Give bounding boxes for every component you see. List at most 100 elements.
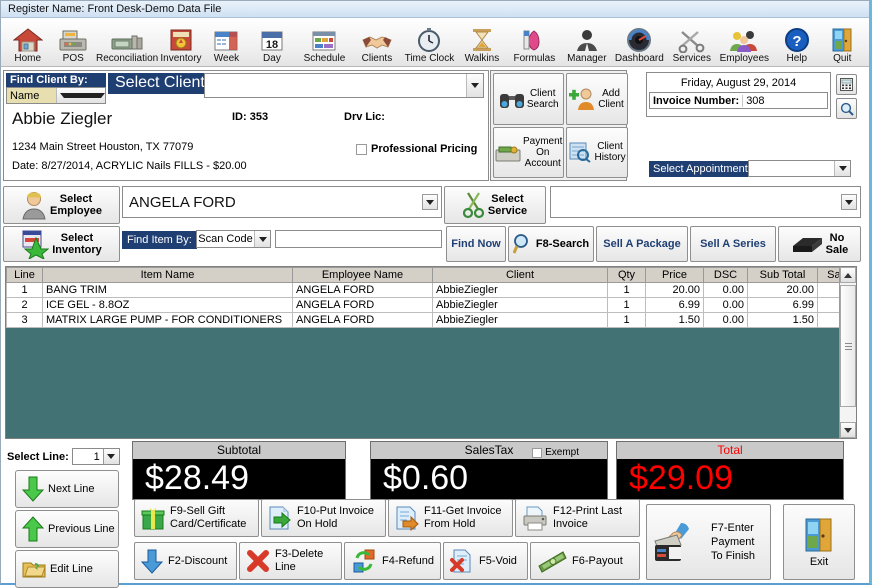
grid-vertical-scrollbar[interactable]: [839, 267, 856, 438]
down-arrow-blue-icon: [141, 548, 163, 574]
toolbar-item-manager[interactable]: Manager: [564, 19, 609, 65]
toolbar-item-week[interactable]: Week: [204, 19, 249, 65]
toolbar-label: Services: [672, 53, 711, 64]
chevron-down-icon[interactable]: [466, 74, 483, 97]
toolbar-item-dashboard[interactable]: Dashboard: [610, 19, 669, 65]
toolbar-item-clients[interactable]: Clients: [354, 19, 399, 65]
cell-qty: 1: [607, 282, 646, 298]
column-header-line[interactable]: Line: [6, 267, 43, 283]
scroll-down-arrow-icon[interactable]: [840, 422, 856, 438]
toolbar-item-reconciliation[interactable]: Reconciliation: [96, 19, 158, 65]
cell-item-name: MATRIX LARGE PUMP - FOR CONDITIONERS: [42, 312, 293, 328]
f6-payout-button[interactable]: F6-Payout: [530, 542, 640, 580]
magnifier-icon: [512, 233, 533, 255]
column-header-qty[interactable]: Qty: [607, 267, 646, 283]
chevron-down-icon[interactable]: [841, 194, 857, 210]
client-search-button[interactable]: Client Search: [493, 73, 565, 125]
sell-a-package-button[interactable]: Sell A Package: [596, 226, 688, 262]
find-now-button[interactable]: Find Now: [446, 226, 506, 262]
invoice-search-button[interactable]: [836, 98, 857, 119]
column-header-item-name[interactable]: Item Name: [42, 267, 293, 283]
client-history-button[interactable]: Client History: [566, 126, 628, 178]
employee-service-row: Select Employee ANGELA FORD Select Service: [3, 186, 869, 225]
select-client-combo[interactable]: [204, 73, 484, 98]
f9-sell-gift-card-button[interactable]: F9-Sell Gift Card/Certificate: [134, 499, 259, 537]
column-header-price[interactable]: Price: [645, 267, 704, 283]
scroll-up-arrow-icon[interactable]: [840, 267, 856, 283]
f8-search-button[interactable]: F8-Search: [508, 226, 594, 262]
toolbar-item-time-clock[interactable]: Time Clock: [400, 19, 459, 65]
subtotal-display: Subtotal $28.49: [132, 441, 346, 500]
f7-line1: F7-Enter: [711, 522, 754, 534]
scan-code-input[interactable]: [275, 230, 442, 248]
toolbar-item-home[interactable]: Home: [5, 19, 50, 65]
f7-enter-payment-button[interactable]: F7-Enter Payment To Finish: [646, 504, 771, 580]
invoice-number-value[interactable]: 308: [743, 95, 827, 107]
grip-icon: [844, 341, 852, 352]
table-row[interactable]: 3 MATRIX LARGE PUMP - FOR CONDITIONERS A…: [6, 312, 839, 328]
service-combo[interactable]: [550, 186, 861, 218]
f8-search-label: F8-Search: [535, 238, 590, 250]
f4-refund-button[interactable]: F4-Refund: [344, 542, 441, 580]
select-inventory-button[interactable]: Select Inventory: [3, 226, 120, 262]
find-item-by-select[interactable]: Scan Code: [196, 230, 271, 248]
scroll-thumb[interactable]: [840, 285, 856, 407]
exit-button[interactable]: Exit: [783, 504, 855, 580]
find-item-by-value: Scan Code: [198, 233, 253, 245]
select-appointment-combo[interactable]: [748, 160, 851, 177]
select-employee-button[interactable]: Select Employee: [3, 186, 120, 224]
f3-delete-line-button[interactable]: F3-Delete Line: [239, 542, 342, 580]
column-header-salestax[interactable]: SalesTax: [817, 267, 839, 283]
calculator-button[interactable]: [836, 74, 857, 95]
cell-salestax: 0.00: [817, 282, 839, 298]
column-header-employee-name[interactable]: Employee Name: [292, 267, 433, 283]
professional-pricing-checkbox-group[interactable]: Professional Pricing: [356, 143, 477, 155]
next-line-button[interactable]: Next Line: [15, 470, 119, 508]
table-row[interactable]: 2 ICE GEL - 8.8OZ ANGELA FORD AbbieZiegl…: [6, 297, 839, 313]
find-client-by-select[interactable]: Name: [6, 87, 106, 104]
select-line-label: Select Line:: [7, 450, 69, 463]
sell-a-series-button[interactable]: Sell A Series: [690, 226, 776, 262]
toolbar-item-day[interactable]: 18 Day: [249, 19, 294, 65]
chevron-down-icon[interactable]: [422, 194, 438, 210]
toolbar-item-walkins[interactable]: Walkins: [459, 19, 504, 65]
client-last-visit: Date: 8/27/2014, ACRYLIC Nails FILLS - $…: [12, 160, 247, 172]
scroll-track[interactable]: [840, 283, 856, 422]
chevron-down-icon[interactable]: [102, 449, 119, 464]
employee-combo[interactable]: ANGELA FORD: [122, 186, 442, 218]
previous-line-button[interactable]: Previous Line: [15, 510, 119, 548]
payment-on-account-button[interactable]: Payment On Account: [493, 126, 565, 178]
add-client-button[interactable]: Add Client: [566, 73, 628, 125]
toolbar-item-employees[interactable]: Employees: [715, 19, 774, 65]
chevron-down-icon[interactable]: [55, 88, 105, 103]
edit-line-button[interactable]: Edit Line: [15, 550, 119, 588]
exempt-checkbox[interactable]: [532, 447, 543, 458]
table-row[interactable]: 1 BANG TRIM ANGELA FORD AbbieZiegler 1 2…: [6, 282, 839, 298]
toolbar-item-services[interactable]: Services: [669, 19, 714, 65]
column-header-client[interactable]: Client: [432, 267, 608, 283]
toolbar-item-help[interactable]: ? Help: [774, 19, 819, 65]
employee-value: ANGELA FORD: [129, 193, 236, 211]
professional-pricing-checkbox[interactable]: [356, 143, 367, 155]
toolbar-item-inventory[interactable]: Inventory: [158, 19, 203, 65]
pos-application-window: Register Name: Front Desk-Demo Data File…: [0, 0, 872, 588]
exempt-checkbox-group[interactable]: Exempt: [532, 444, 579, 461]
f2-discount-button[interactable]: F2-Discount: [134, 542, 237, 580]
toolbar-item-formulas[interactable]: Formulas: [505, 19, 564, 65]
toolbar-item-pos[interactable]: POS: [50, 19, 95, 65]
f12-print-last-invoice-button[interactable]: F12-Print Last Invoice: [515, 499, 640, 537]
toolbar-item-quit[interactable]: Quit: [820, 19, 865, 65]
no-sale-button[interactable]: No Sale: [778, 226, 861, 262]
select-employee-line1: Select: [59, 193, 93, 205]
chevron-down-icon[interactable]: [834, 161, 850, 176]
f5-void-button[interactable]: F5-Void: [443, 542, 528, 580]
toolbar-item-schedule[interactable]: Schedule: [295, 19, 354, 65]
f10-put-invoice-on-hold-button[interactable]: F10-Put Invoice On Hold: [261, 499, 386, 537]
f11-get-invoice-from-hold-button[interactable]: F11-Get Invoice From Hold: [388, 499, 513, 537]
toolbar-label: Help: [786, 53, 808, 64]
select-line-spinner[interactable]: 1: [71, 448, 120, 465]
column-header-sub-total[interactable]: Sub Total: [747, 267, 818, 283]
column-header-dsc[interactable]: DSC: [703, 267, 748, 283]
chevron-down-icon[interactable]: [254, 231, 270, 247]
select-service-button[interactable]: Select Service: [444, 186, 546, 224]
